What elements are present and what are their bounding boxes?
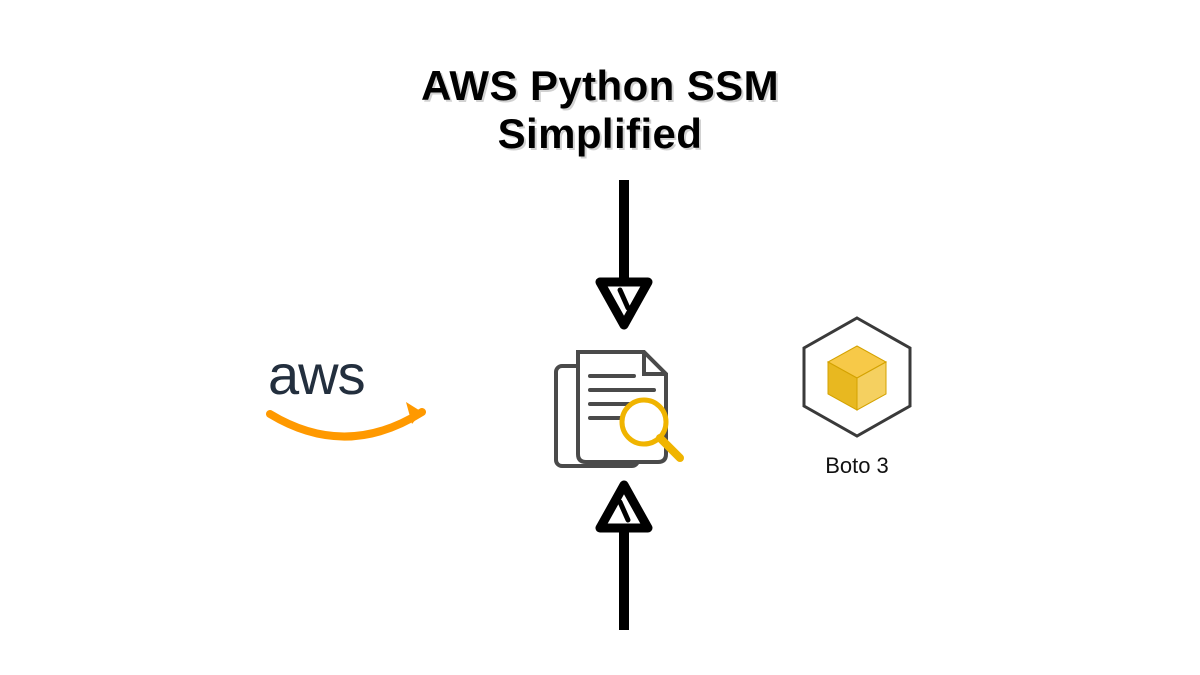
aws-logo: aws (256, 342, 436, 457)
aws-text: aws (268, 343, 365, 406)
boto3-label: Boto 3 (782, 453, 932, 479)
boto3-hexagon-icon (792, 312, 922, 442)
title-line-1: AWS Python SSM (421, 62, 779, 109)
title-line-2: Simplified (498, 110, 703, 157)
aws-smile (270, 412, 422, 437)
document-search-icon (548, 344, 688, 479)
page-title: AWS Python SSM Simplified (0, 62, 1200, 159)
arrow-down-icon (594, 180, 654, 335)
arrow-up-icon (594, 480, 654, 635)
boto3-logo: Boto 3 (782, 312, 932, 479)
